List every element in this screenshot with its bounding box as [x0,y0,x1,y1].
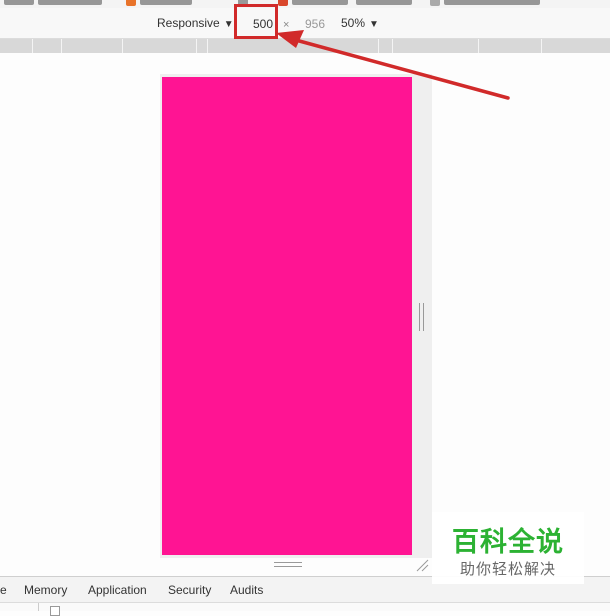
device-select[interactable]: Responsive ▼ [157,16,234,30]
device-label: Responsive [157,16,220,30]
height-input[interactable] [296,13,334,35]
tab-partial[interactable]: e [0,583,7,597]
checkbox[interactable] [50,606,60,616]
bookmark-fragment[interactable] [356,0,412,5]
ruler-divider [378,39,379,53]
zoom-select[interactable]: 50% ▼ [341,16,379,30]
bookmark-favicon-icon [430,0,440,6]
zoom-label: 50% [341,16,366,30]
dropdown-caret-icon: ▼ [223,19,234,30]
bookmark-favicon-icon [278,0,288,6]
tab-application[interactable]: Application [88,583,147,597]
emulated-page[interactable] [162,77,412,555]
bookmark-fragment[interactable] [4,0,34,5]
tab-security[interactable]: Security [168,583,211,597]
ruler-divider [392,39,393,53]
bookmark-fragment[interactable] [140,0,192,5]
ruler-divider [32,39,33,53]
watermark-title: 百科全说 [452,527,564,558]
ruler-divider [122,39,123,53]
ruler-divider [61,39,62,53]
device-toolbar: Responsive▼ × 50%▼ [0,8,610,39]
ruler-divider [207,39,208,53]
bookmark-fragment[interactable] [292,0,348,5]
watermark-subtitle: 助你轻松解决 [459,560,556,578]
ruler-divider [196,39,197,53]
watermark-logo: 百科全说 助你轻松解决 [432,512,584,584]
ruler-divider [478,39,479,53]
media-query-ruler[interactable] [0,39,610,53]
bookmark-favicon-icon [126,0,136,6]
bookmarks-bar [0,0,610,8]
corner-resize-icon[interactable] [415,558,429,572]
vertical-grip-icon[interactable] [418,303,426,331]
dropdown-caret-icon: ▼ [369,19,379,30]
horizontal-grip-icon[interactable] [274,561,302,569]
bookmark-fragment[interactable] [444,0,540,5]
ruler-divider [541,39,542,53]
bookmark-fragment[interactable] [38,0,102,5]
tab-audits[interactable]: Audits [230,583,263,597]
annotation-highlight-box [234,4,278,39]
times-separator: × [283,19,290,31]
tab-memory[interactable]: Memory [24,583,67,597]
